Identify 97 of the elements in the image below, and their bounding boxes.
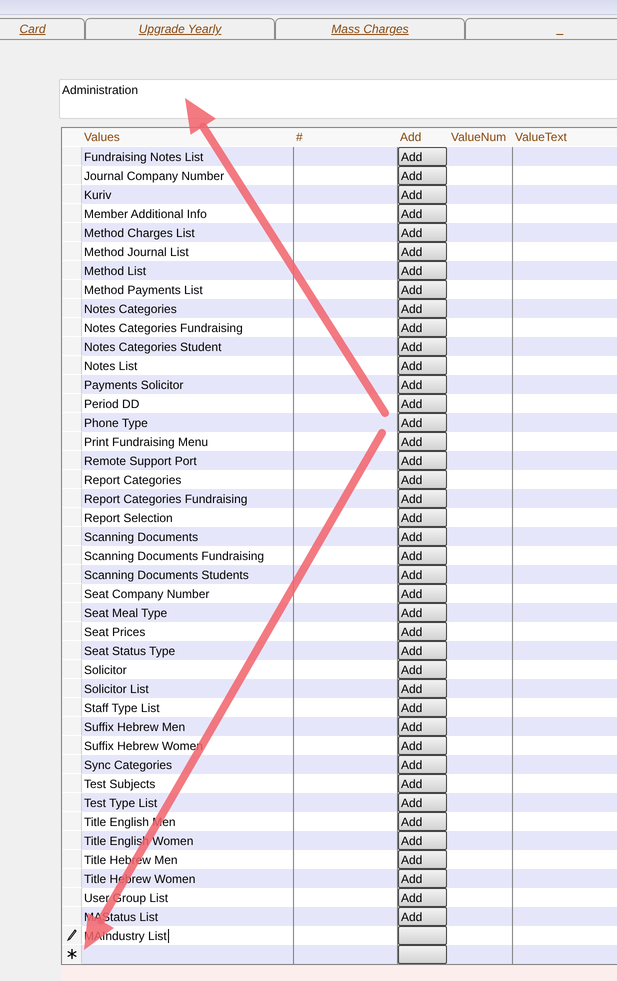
add-button[interactable]: Add	[398, 736, 447, 755]
add-button[interactable]: Add	[398, 622, 447, 641]
add-button[interactable]: Add	[398, 660, 447, 679]
tab[interactable]: Card	[0, 18, 85, 39]
value-text: Seat Company Number	[84, 586, 210, 600]
row-selector[interactable]	[62, 926, 82, 945]
add-button[interactable]: Add	[398, 337, 447, 356]
value-text: Report Categories Fundraising	[84, 492, 248, 506]
value-text: Title English Women	[84, 834, 194, 848]
column-header: Values	[82, 128, 294, 146]
value-text: Scanning Documents Fundraising	[84, 548, 264, 562]
add-button[interactable]: Add	[398, 489, 447, 508]
add-button[interactable]: Add	[398, 565, 447, 584]
add-button[interactable]: Add	[398, 888, 447, 907]
add-button[interactable]: Add	[398, 869, 447, 888]
value-text: Member Additional Info	[84, 206, 207, 220]
value-text: Payments Solicitor	[84, 378, 184, 392]
value-text: Method Payments List	[84, 282, 203, 296]
value-text: Notes List	[84, 358, 138, 372]
add-button[interactable]: Add	[398, 318, 447, 337]
value-text: Method Charges List	[84, 226, 195, 240]
value-text: Method List	[84, 264, 146, 278]
value-text: Solicitor	[84, 662, 127, 676]
value-text: Print Fundraising Menu	[84, 434, 208, 448]
value-text: Seat Status Type	[84, 644, 176, 658]
value-text: Scanning Documents Students	[84, 568, 249, 582]
row-selector[interactable]	[62, 945, 82, 964]
value-text: Kuriv	[84, 188, 112, 202]
value-text: Suffix Hebrew Women	[84, 738, 203, 752]
add-button[interactable]: Add	[398, 774, 447, 793]
add-button[interactable]: Add	[398, 679, 447, 698]
add-button[interactable]: Add	[398, 546, 447, 565]
value-text: Title Hebrew Men	[84, 852, 178, 866]
add-button[interactable]: Add	[398, 641, 447, 660]
add-button[interactable]: Add	[398, 451, 447, 470]
add-button[interactable]: Add	[398, 603, 447, 622]
add-button[interactable]: Add	[398, 166, 447, 185]
category-field[interactable]: Administration	[59, 79, 617, 119]
add-button[interactable]: Add	[398, 394, 447, 413]
value-text: Fundraising Notes List	[84, 150, 204, 164]
add-button[interactable]: Add	[398, 508, 447, 527]
add-button[interactable]: Add	[398, 850, 447, 869]
column-header: Add	[398, 128, 449, 146]
add-button[interactable]: Add	[398, 413, 447, 432]
value-text: Sync Categories	[84, 758, 172, 772]
add-button[interactable]: Add	[398, 698, 447, 717]
value-text: Seat Prices	[84, 624, 146, 638]
column-header: ValueText	[513, 128, 617, 146]
value-text: Solicitor List	[84, 682, 149, 696]
value-text: Remote Support Port	[84, 454, 197, 468]
add-button[interactable]: Add	[398, 185, 447, 204]
value-text: Test Type List	[84, 796, 158, 810]
column-header: ValueNum	[449, 128, 513, 146]
pencil-icon	[66, 929, 76, 941]
value-text: Method Journal List	[84, 244, 189, 258]
add-button[interactable]: Add	[398, 907, 447, 926]
add-button[interactable]: Add	[398, 470, 447, 489]
add-button[interactable]: Add	[398, 755, 447, 774]
add-button[interactable]: Add	[398, 261, 447, 280]
add-button[interactable]: Add	[398, 356, 447, 375]
value-text: Suffix Hebrew Men	[84, 720, 186, 734]
value-text: User Group List	[84, 890, 168, 904]
add-button[interactable]: Add	[398, 527, 447, 546]
add-button[interactable]: Add	[398, 204, 447, 223]
value-text: Title English Men	[84, 814, 176, 828]
value-text: Notes Categories	[84, 302, 177, 316]
tab[interactable]: Mass Charges	[275, 18, 465, 39]
tab[interactable]: _	[465, 18, 617, 39]
add-button[interactable]: Add	[398, 280, 447, 299]
add-button[interactable]: Add	[398, 375, 447, 394]
add-button[interactable]: Add	[398, 432, 447, 451]
add-button[interactable]: Add	[398, 831, 447, 850]
column-header: #	[294, 128, 398, 146]
add-button[interactable]: Add	[398, 717, 447, 736]
add-button[interactable]: Add	[398, 584, 447, 603]
value-text: Report Categories	[84, 472, 182, 486]
value-text: Notes Categories Fundraising	[84, 320, 243, 334]
value-text: Test Subjects	[84, 776, 156, 790]
asterisk-icon	[66, 949, 76, 959]
add-button[interactable]: Add	[398, 147, 447, 166]
value-text: Notes Categories Student	[84, 340, 222, 354]
value-text: Staff Type List	[84, 700, 160, 714]
value-text: Seat Meal Type	[84, 606, 168, 620]
value-text: MAStatus List	[84, 910, 158, 924]
add-button[interactable]: Add	[398, 299, 447, 318]
value-text: Period DD	[84, 396, 140, 410]
add-button[interactable]: Add	[398, 793, 447, 812]
value-text: Scanning Documents	[84, 530, 198, 544]
value-text: Report Selection	[84, 510, 173, 524]
add-button[interactable]: Add	[398, 812, 447, 831]
tab[interactable]: Upgrade Yearly	[85, 18, 275, 39]
add-button[interactable]: Add	[398, 223, 447, 242]
value-text: Title Hebrew Women	[84, 872, 196, 886]
add-button[interactable]: Add	[398, 242, 447, 261]
text-cursor	[168, 928, 169, 942]
value-text: Journal Company Number	[84, 168, 224, 182]
value-text: Phone Type	[84, 416, 148, 430]
